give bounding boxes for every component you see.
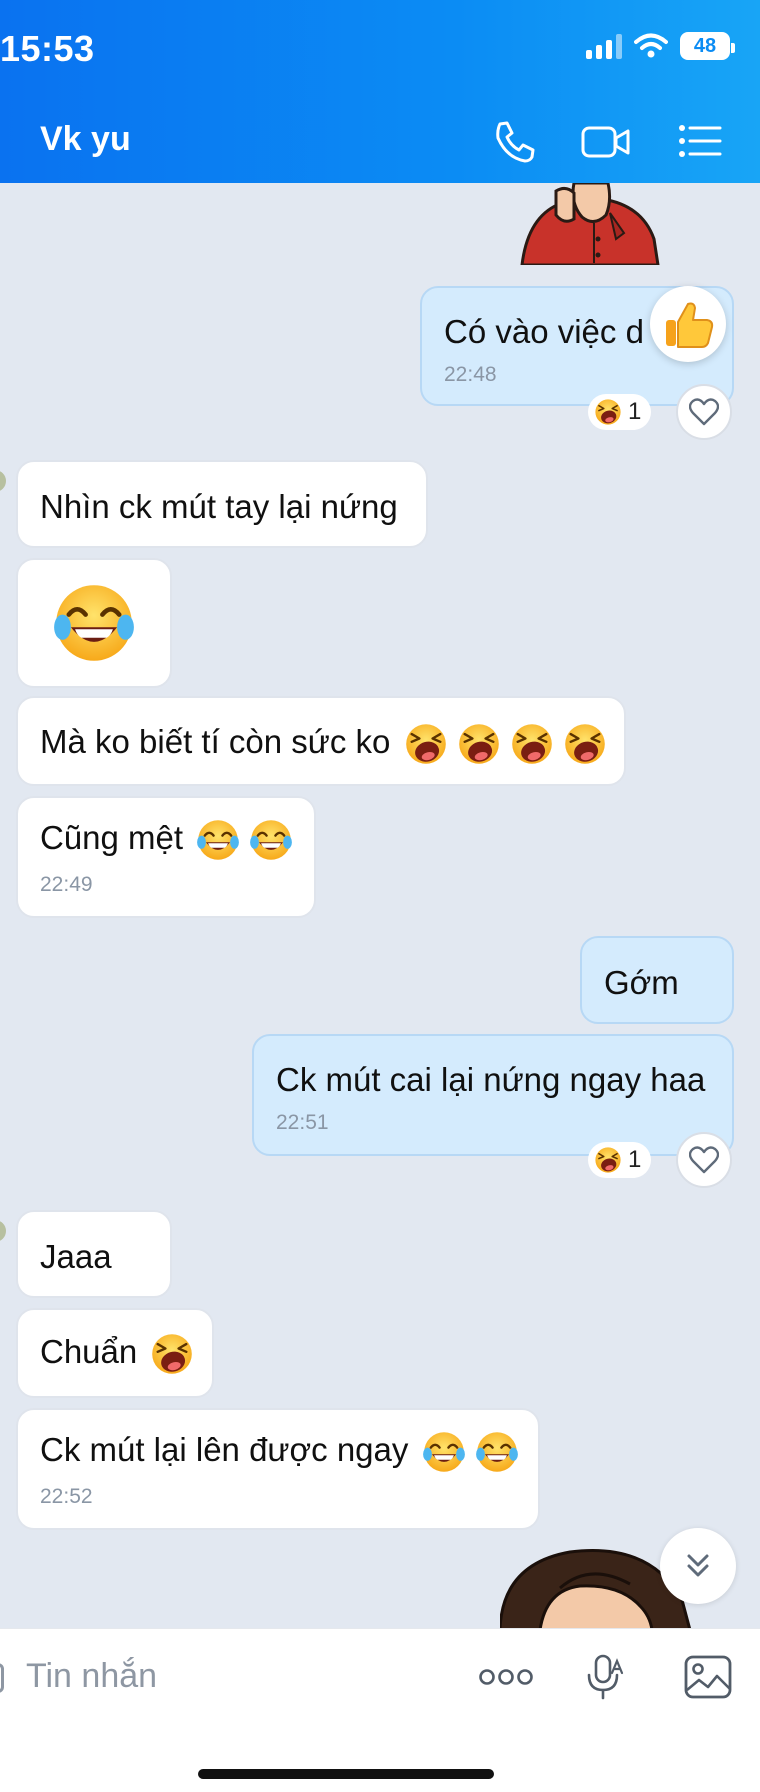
laughing-face-emoji [563,722,607,766]
laughing-face-icon [594,398,622,426]
reaction-summary[interactable]: 1 [588,1142,652,1178]
message-bubble-incoming[interactable]: Chuẩn [16,1308,214,1398]
message-text: Gớm [604,964,679,1001]
message-input-bar: Tin nhắn [0,1628,760,1792]
message-text: Jaaa [40,1238,112,1275]
message-bubble-outgoing[interactable]: Gớm [580,936,734,1024]
avatar[interactable] [0,1220,6,1242]
heart-react-button[interactable] [676,384,732,440]
tears-of-joy-emoji [475,1430,519,1474]
home-indicator [198,1769,494,1779]
thumbs-up-icon [666,302,714,348]
gallery-button[interactable] [680,1649,736,1705]
message-text: Mà ko biết tí còn sức ko [40,723,391,760]
status-time: 15:53 [0,28,95,69]
message-bubble-incoming[interactable]: Nhìn ck mút tay lại nứng [16,460,428,548]
status-icons: 48 [586,32,735,60]
avatar[interactable] [0,470,6,492]
heart-icon [689,1146,719,1174]
microphone-icon [587,1654,624,1700]
message-content: Chuẩn [40,1332,190,1376]
laughing-face-emoji [404,722,448,766]
message-time: 22:48 [444,362,497,386]
message-bubble-incoming[interactable]: Mà ko biết tí còn sức ko [16,696,626,786]
message-text: Ck mút lại lên được ngay [40,1431,409,1468]
more-options-button[interactable] [478,1649,534,1705]
tears-of-joy-emoji [249,818,293,862]
chat-header: 15:53 48 Vk yu [0,0,760,183]
reaction-count: 1 [628,1146,642,1173]
heart-react-button[interactable] [676,1132,732,1188]
message-bubble-incoming[interactable]: Cũng mệt 22:49 [16,796,316,918]
emoji-message-bubble[interactable] [16,558,172,688]
video-call-icon[interactable] [580,116,632,166]
image-gallery-icon [684,1655,732,1699]
double-chevron-down-icon [687,1554,709,1577]
message-time: 22:52 [40,1485,93,1509]
laughing-face-emoji [457,722,501,766]
more-dots-icon [479,1669,533,1685]
phone-icon[interactable] [488,116,538,166]
message-text: Ck mút cai lại nứng ngay haa [276,1061,706,1098]
sticker-icon[interactable] [0,1663,4,1693]
tears-of-joy-emoji [52,581,136,665]
voice-to-text-button[interactable] [578,1649,634,1705]
message-input[interactable]: Tin nhắn [26,1657,157,1696]
message-time: 22:49 [40,873,93,897]
scroll-to-bottom-button[interactable] [660,1528,736,1604]
cell-signal-icon [586,33,622,59]
laughing-face-emoji [150,1332,194,1376]
message-bubble-incoming[interactable]: Jaaa [16,1210,172,1298]
wifi-icon [634,33,668,58]
reaction-count: 1 [628,398,642,425]
message-content: Mà ko biết tí còn sức ko [40,722,602,766]
message-time: 22:51 [276,1110,329,1134]
thumbs-up-reaction[interactable] [650,286,726,362]
message-text: Cũng mệt [40,819,184,856]
message-content: Cũng mệt [40,818,292,862]
battery-indicator: 48 [680,32,735,60]
laughing-face-icon [594,1146,622,1174]
heart-icon [689,398,719,426]
message-text: Nhìn ck mút tay lại nứng [40,488,398,525]
tears-of-joy-emoji [422,1430,466,1474]
message-bubble-outgoing[interactable]: Ck mút cai lại nứng ngay haa 22:51 [252,1034,734,1156]
message-bubble-incoming[interactable]: Ck mút lại lên được ngay 22:52 [16,1408,540,1530]
laughing-face-emoji [510,722,554,766]
reaction-summary[interactable]: 1 [588,394,652,430]
chat-title[interactable]: Vk yu [40,120,131,159]
message-text: Chuẩn [40,1333,138,1370]
tears-of-joy-emoji [196,818,240,862]
menu-list-icon[interactable] [676,116,726,166]
message-content: Ck mút lại lên được ngay [40,1430,516,1474]
sticker-thinking-man[interactable] [516,183,696,265]
